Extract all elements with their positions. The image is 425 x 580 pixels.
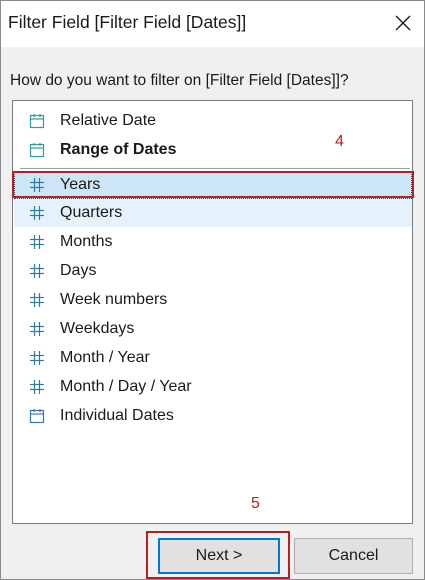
list-item-months[interactable]: Months [14,228,412,256]
list-item-week-numbers[interactable]: Week numbers [14,286,412,314]
calendar-icon [29,143,45,158]
hash-icon [30,293,44,307]
list-item-individual-dates[interactable]: Individual Dates [14,402,412,430]
list-item-label: Individual Dates [60,407,174,424]
close-button[interactable] [386,6,420,40]
list-item-label: Years [60,176,101,193]
list-item-weekdays[interactable]: Weekdays [14,315,412,343]
hash-icon [30,351,44,365]
list-item-label: Month / Year [60,349,150,366]
hash-icon [30,235,44,249]
list-separator [20,168,410,169]
list-item-label: Quarters [60,204,123,221]
dialog-title: Filter Field [Filter Field [Dates]] [8,12,247,32]
close-icon [395,15,411,31]
list-item-range-of-dates[interactable]: Range of Dates [14,136,412,164]
hash-icon [30,380,44,394]
list-item-relative-date[interactable]: Relative Date [14,107,412,135]
next-button[interactable]: Next > [158,538,280,574]
calendar-icon [29,409,45,424]
list-item-month-year[interactable]: Month / Year [14,344,412,372]
hash-icon [30,206,44,220]
hash-icon [30,322,44,336]
title-bar: Filter Field [Filter Field [Dates]] [1,1,424,47]
step-4-label: 4 [335,133,344,150]
list-item-label: Month / Day / Year [60,378,192,395]
step-5-label: 5 [251,495,260,512]
calendar-icon [29,114,45,129]
list-item-days[interactable]: Days [14,257,412,285]
list-item-label: Days [60,262,97,279]
list-item-label: Week numbers [60,291,168,308]
list-item-quarters[interactable]: Quarters [14,199,412,227]
filter-field-dialog: Filter Field [Filter Field [Dates]] How … [0,0,425,580]
filter-question: How do you want to filter on [Filter Fie… [10,72,349,89]
filter-type-listbox[interactable]: Relative Date Range of Dates Years Quart… [12,100,413,524]
hash-icon [30,178,44,192]
list-item-month-day-year[interactable]: Month / Day / Year [14,373,412,401]
list-item-label: Months [60,233,113,250]
list-item-years[interactable]: Years [14,171,412,199]
list-item-label: Weekdays [60,320,135,337]
list-item-label: Range of Dates [60,141,177,158]
list-item-label: Relative Date [60,112,157,129]
cancel-button[interactable]: Cancel [294,538,413,574]
hash-icon [30,264,44,278]
